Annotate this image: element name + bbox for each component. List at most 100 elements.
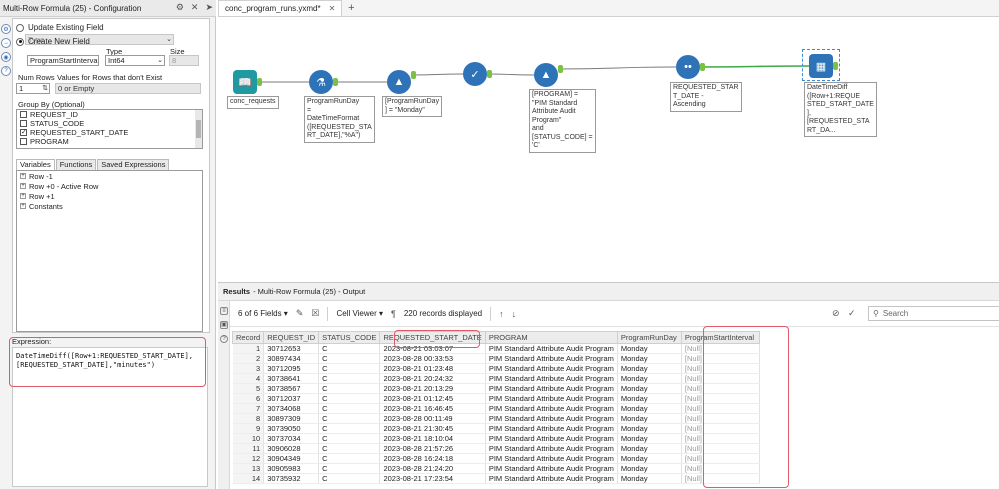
table-row[interactable]: 5 30738567 C 2023-08-21 20:13:29 PIM Standar…	[232, 383, 760, 394]
union-node[interactable]: ✓	[463, 62, 487, 86]
tag-icon[interactable]: ◉	[1, 52, 11, 62]
table-row[interactable]: 14 30735932 C 2023-08-21 17:23:54 PIM Standa…	[232, 473, 760, 484]
table-row[interactable]: 12 30904349 C 2023-08-28 16:24:18 PIM Standa…	[232, 453, 760, 464]
expand-icon[interactable]: +	[20, 173, 26, 179]
expression-editor[interactable]: DateTimeDiff([Row+1:REQUESTED_START_DATE…	[12, 347, 208, 487]
stepper-arrows-icon[interactable]: ⇅	[42, 84, 48, 93]
table-cell: [Null]	[681, 413, 760, 424]
checkbox[interactable]	[20, 111, 27, 118]
tree-item[interactable]: + Row +1	[17, 191, 202, 201]
group-by-item[interactable]: REQUEST_ID	[17, 110, 202, 119]
tree-item[interactable]: + Row -1	[17, 171, 202, 181]
group-by-item[interactable]: STATUS_CODE	[17, 119, 202, 128]
table-row[interactable]: 4 30738641 C 2023-08-21 20:24:32 PIM Standar…	[232, 373, 760, 384]
expand-icon[interactable]: +	[20, 203, 26, 209]
table-row[interactable]: 13 30905983 C 2023-08-28 21:24:20 PIM Standa…	[232, 463, 760, 474]
table-cell: [Null]	[681, 443, 760, 454]
type-select[interactable]: Int64 ⌄	[105, 55, 165, 66]
input-data-node[interactable]: 📖	[233, 70, 257, 94]
tab-saved-expressions[interactable]: Saved Expressions	[97, 159, 170, 170]
create-new-radio-row[interactable]: Create New Field	[16, 37, 90, 46]
output-anchor[interactable]	[700, 63, 705, 71]
check-icon[interactable]: ✓	[848, 308, 856, 319]
tool-info-icon[interactable]: →	[1, 38, 11, 48]
column-header[interactable]: Record	[231, 331, 265, 344]
record-icon[interactable]: ▣	[220, 321, 228, 329]
column-header[interactable]: ProgramRunDay	[616, 331, 682, 344]
group-by-scrollbar[interactable]	[195, 110, 202, 148]
multi-row-formula-node[interactable]: ▦	[809, 54, 833, 78]
add-tab-button[interactable]: +	[342, 0, 360, 16]
table-row[interactable]: 10 30737034 C 2023-08-21 18:10:04 PIM Standa…	[232, 433, 760, 444]
pin-icon[interactable]: ➤	[205, 2, 213, 13]
table-row[interactable]: 3 30712095 C 2023-08-21 01:23:48 PIM Standar…	[232, 363, 760, 374]
table-row[interactable]: 1 30712653 C 2023-08-21 03:03:07 PIM Standar…	[232, 343, 760, 354]
cell-viewer-dropdown[interactable]: Cell Viewer ▾	[336, 309, 383, 318]
group-by-item-label: REQUESTED_START_DATE	[30, 128, 129, 137]
grid-icon[interactable]: ≡	[220, 307, 228, 315]
connection-wire[interactable]	[699, 65, 810, 68]
arrow-down-icon[interactable]: ↓	[512, 309, 517, 319]
num-rows-stepper[interactable]: 1 ⇅	[16, 83, 50, 94]
table-row[interactable]: 6 30712037 C 2023-08-21 01:12:45 PIM Standar…	[232, 393, 760, 404]
column-header[interactable]: REQUESTED_START_DATE	[379, 331, 486, 344]
connection-wire[interactable]	[486, 73, 535, 76]
edit-icon[interactable]: ✎	[296, 308, 304, 319]
workflow-canvas[interactable]: 📖 conc_requests ⚗ ProgramRunDay = DateTi…	[218, 17, 999, 282]
output-anchor[interactable]	[333, 78, 338, 86]
values-rows-select[interactable]: 0 or Empty	[55, 83, 201, 94]
search-input[interactable]: ⚲ Search	[868, 306, 999, 321]
formula-node[interactable]: ⚗	[309, 70, 333, 94]
expand-icon[interactable]: +	[20, 183, 26, 189]
create-new-radio[interactable]	[16, 37, 24, 46]
update-existing-radio[interactable]	[16, 23, 24, 32]
table-row[interactable]: 8 30897309 C 2023-08-28 00:11:49 PIM Standar…	[232, 413, 760, 424]
table-row[interactable]: 7 30734068 C 2023-08-21 16:46:45 PIM Standar…	[232, 403, 760, 414]
tab-variables[interactable]: Variables	[16, 159, 55, 170]
new-field-name-input[interactable]: ProgramStartInterval	[27, 55, 99, 66]
output-anchor[interactable]	[411, 71, 416, 79]
close-icon[interactable]: ✕	[329, 4, 336, 13]
clear-icon[interactable]: ☒	[311, 308, 319, 319]
column-header[interactable]: PROGRAM	[484, 331, 618, 344]
tree-item[interactable]: + Row +0 - Active Row	[17, 181, 202, 191]
configuration-icon[interactable]: ⚙	[1, 24, 11, 34]
filter-node-2[interactable]: ▲	[534, 63, 558, 87]
filter-node-1[interactable]: ▲	[387, 70, 411, 94]
connection-wire[interactable]	[557, 66, 677, 70]
output-anchor[interactable]	[558, 65, 563, 73]
arrow-up-icon[interactable]: ↑	[499, 309, 504, 319]
output-anchor[interactable]	[487, 70, 492, 78]
expand-icon[interactable]: +	[20, 193, 26, 199]
config-form: Update Existing Field Type ⌄ Create New F…	[12, 18, 210, 333]
connection-wire[interactable]	[410, 73, 464, 76]
group-by-item[interactable]: PROGRAM	[17, 137, 202, 146]
gear-icon[interactable]: ⚙	[176, 2, 184, 13]
sort-node[interactable]: ••	[676, 55, 700, 79]
pilcrow-icon[interactable]: ¶	[391, 309, 396, 319]
close-icon[interactable]: ✕	[191, 2, 199, 13]
fields-dropdown[interactable]: 6 of 6 Fields ▾	[238, 309, 288, 318]
cancel-icon[interactable]: ⊘	[832, 308, 840, 319]
table-cell: 2023-08-21 20:24:32	[379, 373, 486, 384]
table-cell: PIM Standard Attribute Audit Program	[485, 383, 618, 394]
column-header[interactable]: STATUS_CODE	[318, 331, 381, 344]
help-icon[interactable]: ?	[220, 335, 228, 343]
column-header[interactable]: REQUEST_ID	[263, 331, 320, 344]
help-icon[interactable]: ?	[1, 66, 11, 76]
tree-item[interactable]: + Constants	[17, 201, 202, 211]
table-cell: [Null]	[681, 393, 760, 404]
checkbox[interactable]	[20, 138, 27, 145]
table-row[interactable]: 11 30906028 C 2023-08-28 21:57:26 PIM Standa…	[232, 443, 760, 454]
table-row[interactable]: 9 30739050 C 2023-08-21 21:30:45 PIM Standar…	[232, 423, 760, 434]
tab-functions[interactable]: Functions	[55, 159, 97, 170]
size-input[interactable]: 8	[169, 55, 199, 66]
checkbox[interactable]: ✓	[20, 129, 27, 136]
table-row[interactable]: 2 30897434 C 2023-08-28 00:33:53 PIM Standar…	[232, 353, 760, 364]
group-by-item[interactable]: ✓ REQUESTED_START_DATE	[17, 128, 202, 137]
column-header[interactable]: ProgramStartInterval	[680, 331, 760, 344]
tab-workflow[interactable]: conc_program_runs.yxmd* ✕	[218, 0, 343, 16]
update-existing-radio-row[interactable]: Update Existing Field	[16, 23, 104, 32]
checkbox[interactable]	[20, 120, 27, 127]
output-anchor[interactable]	[257, 78, 262, 86]
